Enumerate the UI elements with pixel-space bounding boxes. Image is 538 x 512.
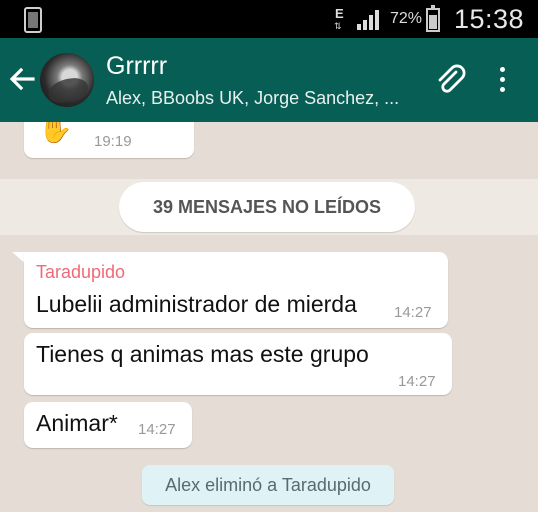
signal-strength-icon (357, 10, 379, 30)
back-arrow-icon[interactable] (8, 65, 36, 93)
battery-percent: 72% (390, 10, 423, 27)
unread-messages-banner: 39 MENSAJES NO LEÍDOS (119, 182, 415, 232)
clock: 15:38 (454, 4, 525, 34)
message-text: Lubelii administrador de mierda (36, 291, 357, 317)
message-time: 14:27 (398, 373, 436, 390)
message-text: Tienes q animas mas este grupo (36, 341, 369, 367)
chat-messages-area[interactable]: ✋ 19:19 39 MENSAJES NO LEÍDOS Taradupido… (0, 122, 538, 512)
battery-icon (426, 5, 440, 32)
message-bubble[interactable]: Animar* 14:27 (24, 402, 192, 448)
message-bubble[interactable]: ✋ 19:19 (24, 122, 194, 158)
data-transfer-icon: ⇅ (334, 21, 342, 31)
raised-hand-emoji: ✋ (38, 122, 73, 144)
status-bar: E ⇅ 72% 15:38 (0, 0, 538, 38)
chat-members-list[interactable]: Alex, BBoobs UK, Jorge Sanchez, ... (106, 88, 399, 109)
message-bubble[interactable]: Tienes q animas mas este grupo 14:27 (24, 333, 452, 395)
chat-title[interactable]: Grrrrr (106, 52, 167, 81)
network-type-label: E (335, 6, 344, 21)
system-notice: Alex eliminó a Taradupido (142, 465, 394, 505)
message-time: 14:27 (138, 421, 176, 438)
attach-clip-icon[interactable] (434, 63, 468, 97)
message-bubble[interactable]: Taradupido Lubelii administrador de mier… (24, 252, 448, 328)
phone-notification-icon (24, 7, 42, 33)
sender-name[interactable]: Taradupido (36, 262, 125, 283)
overflow-menu-icon[interactable] (492, 64, 512, 98)
message-time: 14:27 (394, 304, 432, 321)
chat-header: Grrrrr Alex, BBoobs UK, Jorge Sanchez, .… (0, 38, 538, 122)
message-text: Animar* (36, 410, 118, 436)
group-avatar[interactable] (40, 53, 94, 107)
message-time: 19:19 (94, 133, 132, 150)
